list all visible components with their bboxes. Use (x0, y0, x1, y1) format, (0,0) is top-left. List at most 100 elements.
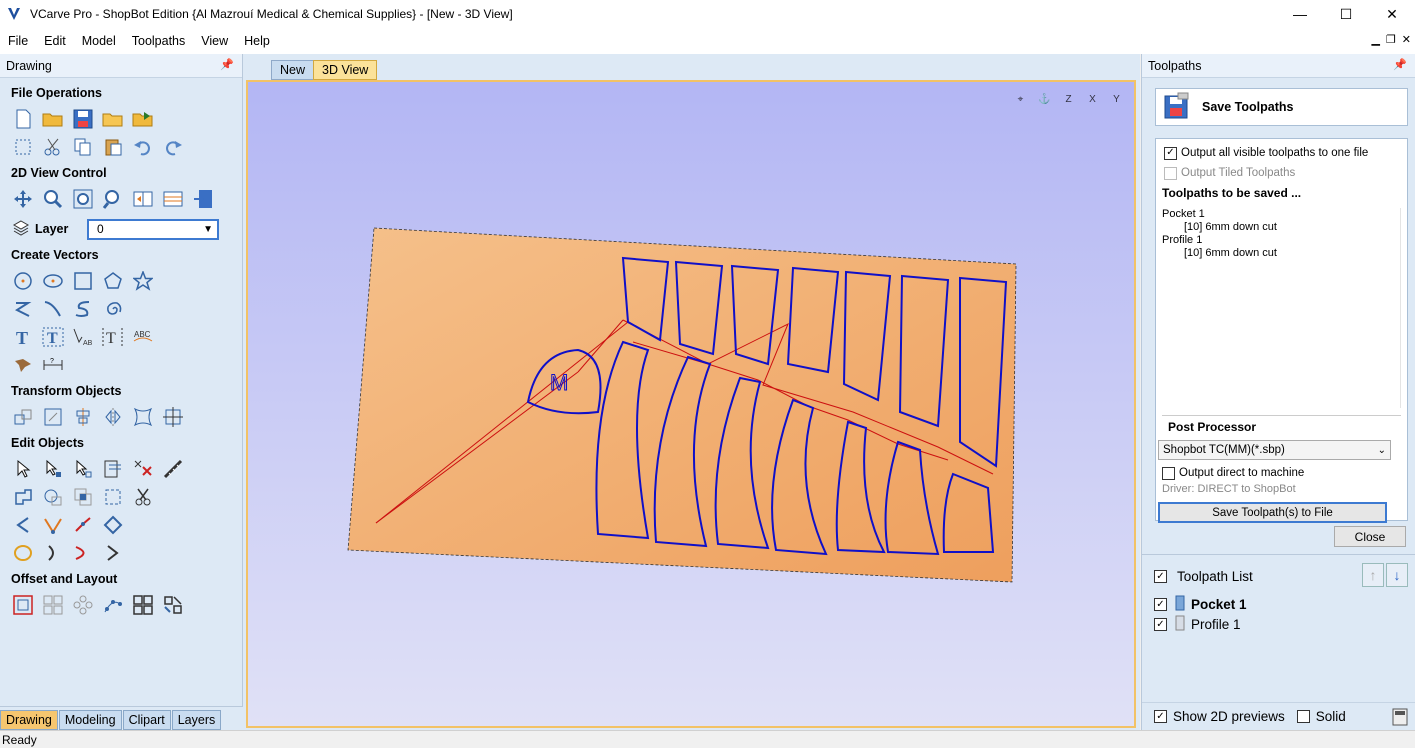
save-toolpaths-to-file-button[interactable]: Save Toolpath(s) to File (1158, 502, 1387, 523)
circle-icon[interactable] (11, 270, 35, 292)
grid-icon[interactable] (161, 188, 185, 210)
polyline-icon[interactable] (11, 298, 35, 320)
text-on-curve-icon[interactable]: AB (71, 326, 95, 348)
maximize-button[interactable]: ☐ (1323, 0, 1369, 28)
profile-checkbox[interactable]: ✓ (1154, 618, 1167, 631)
bitmap-trace-icon[interactable] (11, 354, 35, 376)
pocket-checkbox[interactable]: ✓ (1154, 598, 1167, 611)
transform-select-icon[interactable] (71, 458, 95, 480)
output-direct-row[interactable]: Output direct to machine (1162, 463, 1401, 483)
auto-nest-icon[interactable] (161, 594, 185, 616)
menu-toolpaths[interactable]: Toolpaths (124, 34, 194, 48)
3d-viewport[interactable]: ⌖ ⚓ Z X Y M (246, 80, 1136, 728)
close-window-button[interactable]: ✕ (1369, 0, 1415, 28)
zoom-icon[interactable] (41, 188, 65, 210)
select-all-icon[interactable] (11, 136, 35, 158)
toolpath-item-pocket[interactable]: ✓ Pocket 1 (1154, 595, 1247, 614)
output-all-row[interactable]: ✓ Output all visible toolpaths to one fi… (1156, 143, 1407, 163)
dimension-icon[interactable]: ? (41, 354, 65, 376)
menu-model[interactable]: Model (74, 34, 124, 48)
menu-view[interactable]: View (193, 34, 236, 48)
smooth-nodes-icon[interactable] (41, 514, 65, 536)
star-icon[interactable] (131, 270, 155, 292)
measure-icon[interactable] (161, 458, 185, 480)
output-all-checkbox[interactable]: ✓ (1164, 146, 1177, 160)
tab-clipart[interactable]: Clipart (122, 710, 171, 730)
output-direct-checkbox[interactable] (1162, 466, 1175, 480)
spiral-icon[interactable] (101, 298, 125, 320)
move-up-icon[interactable]: ↑ (1362, 563, 1384, 587)
circular-array-icon[interactable] (71, 594, 95, 616)
curve-fit-icon[interactable] (11, 542, 35, 564)
open-folder-icon[interactable] (101, 108, 125, 130)
ellipse-icon[interactable] (41, 270, 65, 292)
join-vectors-icon[interactable] (71, 514, 95, 536)
trim-icon[interactable] (131, 486, 155, 508)
tab-modeling[interactable]: Modeling (58, 710, 122, 730)
line-icon[interactable] (41, 298, 65, 320)
pin-icon[interactable]: 📌 (220, 58, 234, 71)
offset-vectors-icon[interactable] (11, 594, 35, 616)
import-icon[interactable] (131, 108, 155, 130)
paste-icon[interactable] (101, 136, 125, 158)
mdi-minimize-icon[interactable]: ▁ (1371, 33, 1379, 46)
subtract-icon[interactable] (41, 486, 65, 508)
redo-icon[interactable] (161, 136, 185, 158)
mirror-icon[interactable] (101, 406, 125, 428)
toolpaths-to-save-list[interactable]: Pocket 1 [10] 6mm down cut Profile 1 [10… (1162, 208, 1401, 408)
align-icon[interactable] (71, 406, 95, 428)
pin-icon[interactable]: 📌 (1393, 58, 1407, 71)
polygon-icon[interactable] (101, 270, 125, 292)
array-copy-icon[interactable] (41, 594, 65, 616)
cut-icon[interactable] (41, 136, 65, 158)
open-file-icon[interactable] (41, 108, 65, 130)
text-box-icon[interactable]: T (41, 326, 65, 348)
text-arc-icon[interactable]: ABC (131, 326, 155, 348)
rectangle-icon[interactable] (71, 270, 95, 292)
tab-drawing[interactable]: Drawing (0, 710, 58, 730)
copy-along-vector-icon[interactable] (101, 594, 125, 616)
tab-3d-view[interactable]: 3D View (313, 60, 378, 80)
show-previews-checkbox[interactable]: ✓ (1154, 710, 1167, 723)
zoom-selection-icon[interactable] (101, 188, 125, 210)
close-button[interactable]: Close (1334, 526, 1406, 547)
new-file-icon[interactable] (11, 108, 35, 130)
sheet-icon[interactable] (191, 188, 215, 210)
distort-icon[interactable] (131, 406, 155, 428)
node-edit-icon[interactable] (41, 458, 65, 480)
scale-icon[interactable] (41, 406, 65, 428)
menu-file[interactable]: File (0, 34, 36, 48)
solid-checkbox[interactable] (1296, 710, 1310, 723)
copy-icon[interactable] (71, 136, 95, 158)
menu-edit[interactable]: Edit (36, 34, 74, 48)
nesting-icon[interactable] (131, 594, 155, 616)
curve-icon[interactable] (71, 298, 95, 320)
move-icon[interactable] (11, 406, 35, 428)
pan-icon[interactable] (11, 188, 35, 210)
calculator-icon[interactable] (1392, 708, 1408, 729)
tab-layers[interactable]: Layers (171, 710, 222, 730)
layer-select[interactable]: 0 ▼ (87, 218, 219, 240)
view-toggle-icon[interactable] (131, 188, 155, 210)
tab-new[interactable]: New (271, 60, 315, 80)
interactive-trim-icon[interactable] (101, 458, 125, 480)
extend-icon[interactable] (41, 542, 65, 564)
save-file-icon[interactable] (71, 108, 95, 130)
fillet-icon[interactable] (101, 486, 125, 508)
move-down-icon[interactable]: ↓ (1386, 563, 1408, 587)
post-processor-select[interactable]: Shopbot TC(MM)(*.sbp) ⌄ (1158, 440, 1391, 460)
weld-icon[interactable] (11, 486, 35, 508)
menu-help[interactable]: Help (236, 34, 278, 48)
auto-layout-text-icon[interactable]: T (101, 326, 125, 348)
offset-icon[interactable] (11, 514, 35, 536)
tangent-icon[interactable] (71, 542, 95, 564)
center-icon[interactable] (161, 406, 185, 428)
corner-icon[interactable] (101, 542, 125, 564)
toolpath-item-profile[interactable]: ✓ Profile 1 (1154, 615, 1241, 634)
undo-icon[interactable] (131, 136, 155, 158)
zoom-extents-icon[interactable] (71, 188, 95, 210)
minimize-button[interactable]: — (1277, 0, 1323, 28)
text-icon[interactable]: T (11, 326, 35, 348)
mdi-close-icon[interactable]: ✕ (1402, 33, 1411, 46)
mdi-restore-icon[interactable]: ❐ (1386, 33, 1396, 46)
